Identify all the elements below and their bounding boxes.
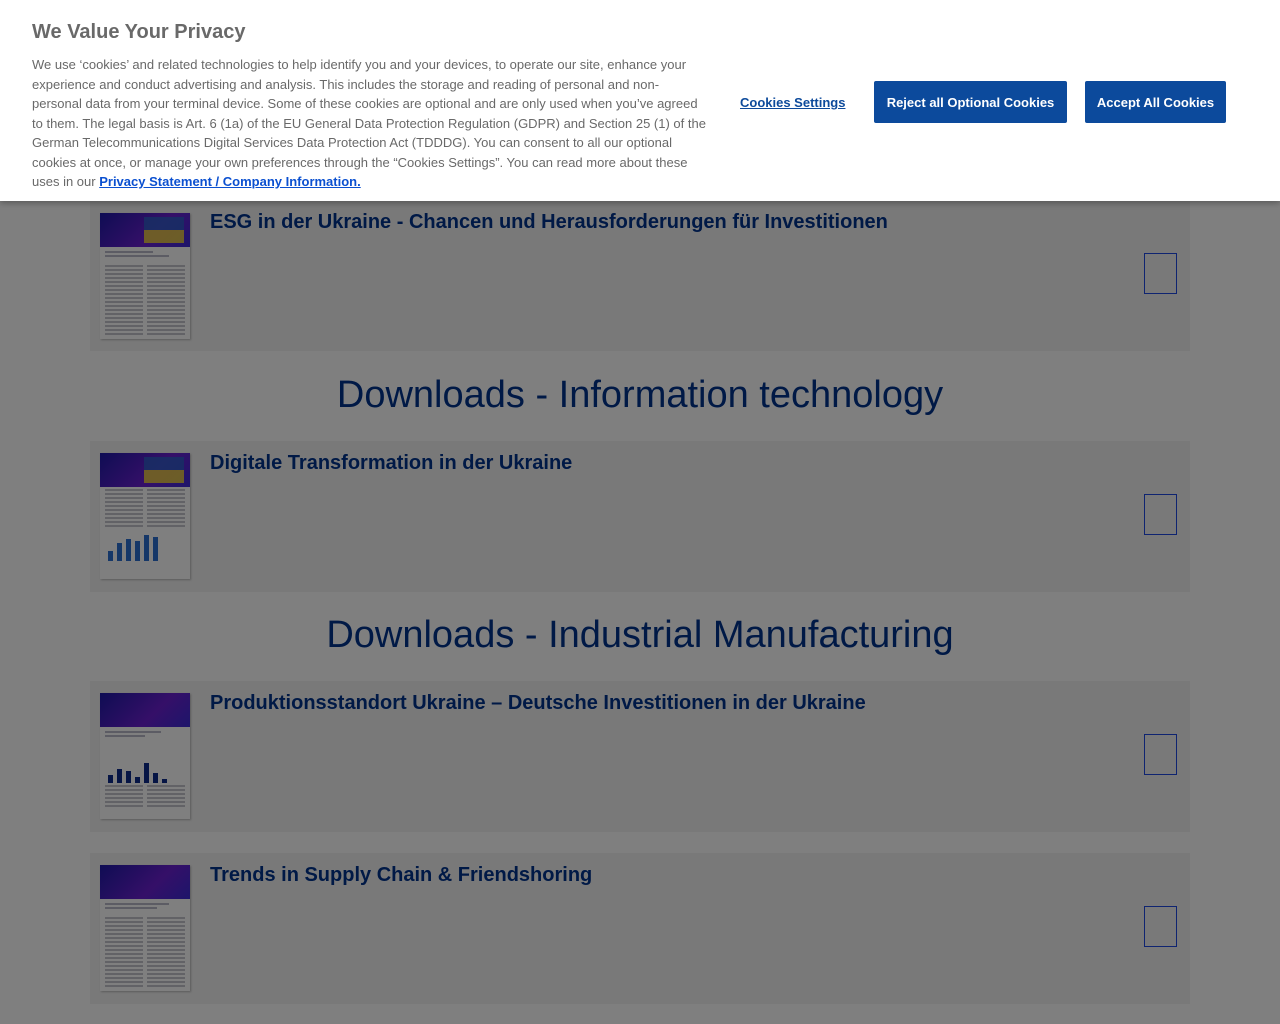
reject-optional-cookies-button[interactable]: Reject all Optional Cookies — [874, 81, 1067, 123]
cookie-body-text: We use ‘cookies’ and related technologie… — [32, 57, 706, 189]
cookie-banner-title: We Value Your Privacy — [32, 21, 246, 43]
privacy-statement-link[interactable]: Privacy Statement / Company Information. — [99, 174, 361, 189]
cookie-banner-description: We use ‘cookies’ and related technologie… — [32, 55, 708, 192]
cookies-settings-button[interactable]: Cookies Settings — [740, 95, 845, 110]
accept-all-cookies-button[interactable]: Accept All Cookies — [1085, 81, 1226, 123]
cookie-consent-banner: We Value Your Privacy We use ‘cookies’ a… — [0, 0, 1280, 201]
